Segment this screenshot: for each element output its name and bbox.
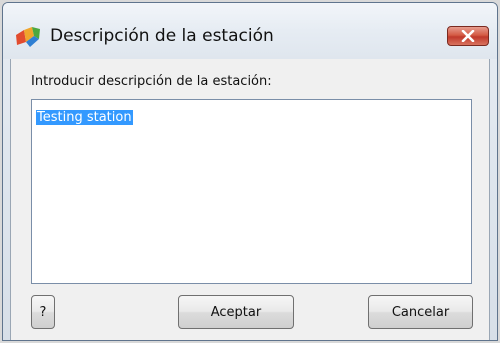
accept-button[interactable]: Aceptar (178, 295, 294, 329)
dialog-content: Introducir descripción de la estación: T… (10, 59, 490, 340)
avg-logo-icon (15, 26, 41, 48)
title-bar[interactable]: Descripción de la estación (3, 3, 497, 59)
dialog-window: Descripción de la estación Introducir de… (2, 2, 498, 341)
selected-description-text: Testing station (36, 110, 133, 125)
window-title: Descripción de la estación (50, 26, 274, 46)
close-icon (461, 27, 475, 46)
help-button[interactable]: ? (31, 295, 55, 329)
cancel-button[interactable]: Cancelar (368, 295, 473, 329)
close-button[interactable] (447, 26, 489, 46)
description-prompt-label: Introducir descripción de la estación: (31, 74, 272, 89)
station-description-textarea[interactable]: Testing station (31, 99, 472, 284)
